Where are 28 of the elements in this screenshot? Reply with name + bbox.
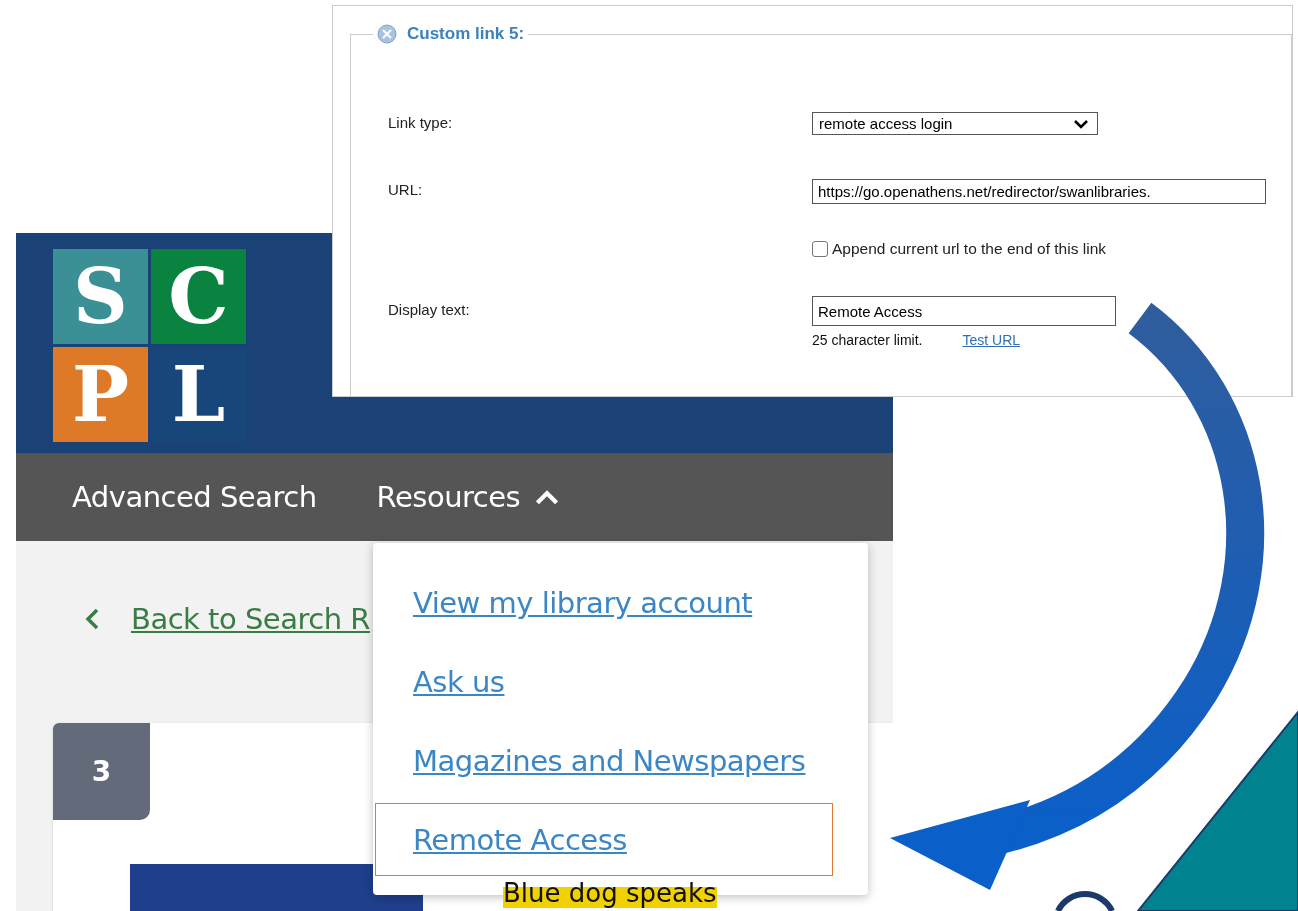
back-link[interactable]: Back to Search R (131, 602, 370, 636)
logo-tile: S (53, 249, 148, 344)
nav-link[interactable]: Resources (376, 480, 561, 514)
logo-tile: C (151, 249, 246, 344)
menu-item[interactable]: Magazines and Newspapers (375, 724, 833, 797)
link-type-select[interactable]: remote access login (812, 112, 1098, 135)
test-url-link[interactable]: Test URL (962, 332, 1021, 348)
text-field[interactable]: https://go.openathens.net/redirector/swanlibraries. (812, 179, 1266, 204)
character-limit-note: 25 character limit. (812, 332, 923, 348)
circle-outline (1055, 891, 1115, 911)
checkbox[interactable] (812, 241, 828, 257)
result-number: 3 (53, 723, 150, 820)
logo-tile: L (151, 347, 246, 442)
text-field[interactable]: Remote Access (812, 296, 1116, 326)
menu-item[interactable]: Remote Access (375, 803, 833, 876)
field-label: Link type: (388, 113, 454, 133)
menu-item[interactable]: Ask us (375, 645, 833, 718)
menu-item[interactable]: View my library account (375, 566, 833, 639)
caret-icon (1073, 118, 1089, 129)
checkbox-label: Append current url to the end of this link (832, 240, 1106, 258)
field-label: URL: (388, 180, 424, 200)
chevron-left-icon (85, 608, 99, 630)
nav-link[interactable]: Advanced Search (72, 480, 317, 514)
logo-tile: P (53, 347, 148, 442)
field-label: Display text: (388, 300, 471, 320)
section-title: Custom link 5: (407, 24, 525, 44)
close-icon[interactable] (377, 24, 397, 44)
chevron-icon (534, 488, 561, 506)
